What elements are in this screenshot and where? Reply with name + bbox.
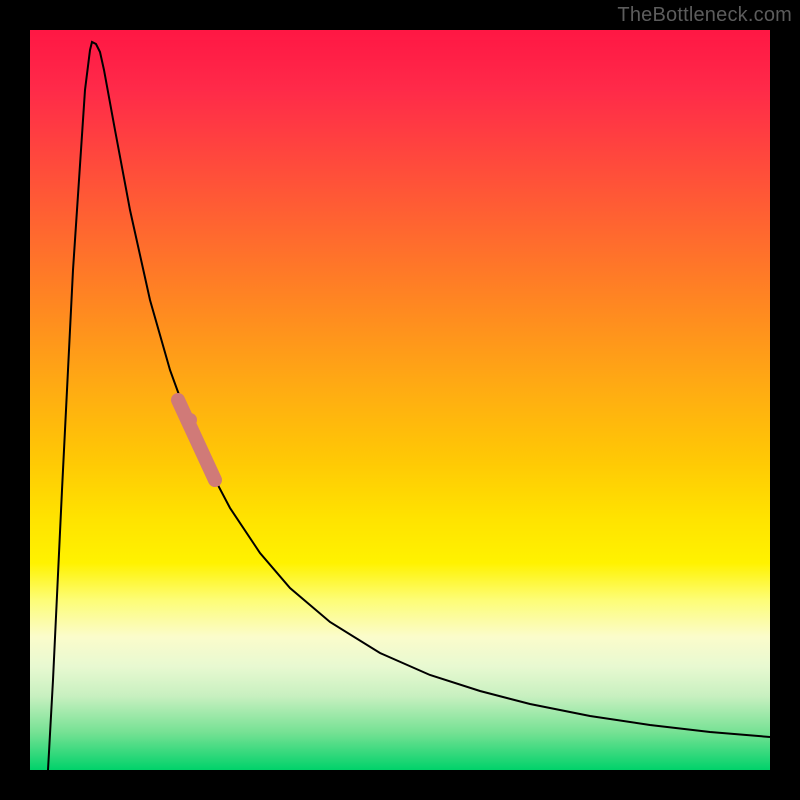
highlight-segment [178, 400, 215, 480]
bottleneck-curve [48, 42, 770, 770]
highlight-dot [183, 413, 197, 427]
plot-area [30, 30, 770, 770]
chart-frame: TheBottleneck.com [0, 0, 800, 800]
curve-svg [30, 30, 770, 770]
watermark-text: TheBottleneck.com [617, 4, 792, 27]
